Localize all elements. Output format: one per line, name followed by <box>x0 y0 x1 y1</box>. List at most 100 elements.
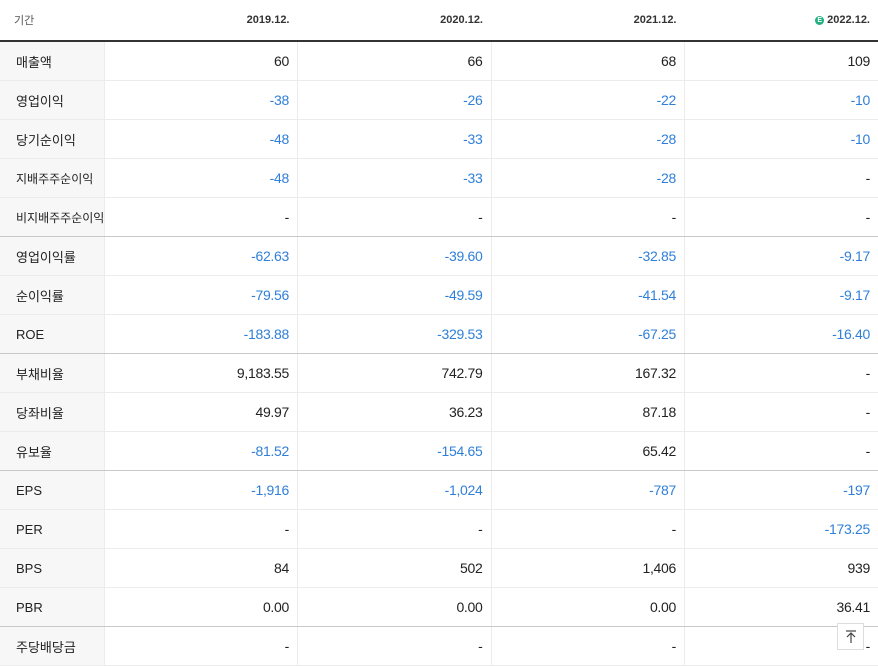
value-cell: -197 <box>685 471 878 510</box>
value-cell: -1,916 <box>104 471 298 510</box>
value-cell: -22 <box>491 81 685 120</box>
table-row: 당좌비율49.9736.2387.18- <box>0 393 878 432</box>
table-body: 매출액606668109영업이익-38-26-22-10당기순이익-48-33-… <box>0 41 878 666</box>
row-label: 주당배당금 <box>0 627 104 666</box>
row-label: 비지배주주순이익 <box>0 198 104 237</box>
row-label: 유보율 <box>0 432 104 471</box>
value-cell: - <box>104 510 298 549</box>
value-cell: - <box>104 627 298 666</box>
period-2019: 2019.12. <box>104 0 298 41</box>
value-cell: - <box>685 432 878 471</box>
value-cell: - <box>298 510 492 549</box>
period-2022: E2022.12. <box>685 0 878 41</box>
value-cell: - <box>685 354 878 393</box>
value-cell: -33 <box>298 120 492 159</box>
value-cell: - <box>104 198 298 237</box>
table-row: BPS845021,406939 <box>0 549 878 588</box>
value-cell: -49.59 <box>298 276 492 315</box>
value-cell: -9.17 <box>685 276 878 315</box>
value-cell: -787 <box>491 471 685 510</box>
value-cell: -329.53 <box>298 315 492 354</box>
value-cell: 65.42 <box>491 432 685 471</box>
value-cell: -48 <box>104 120 298 159</box>
row-label: PBR <box>0 588 104 627</box>
value-cell: 0.00 <box>104 588 298 627</box>
value-cell: - <box>298 198 492 237</box>
value-cell: -9.17 <box>685 237 878 276</box>
table-row: PER----173.25 <box>0 510 878 549</box>
value-cell: -183.88 <box>104 315 298 354</box>
value-cell: 66 <box>298 41 492 81</box>
table-row: 당기순이익-48-33-28-10 <box>0 120 878 159</box>
row-label: PER <box>0 510 104 549</box>
table-row: 부채비율9,183.55742.79167.32- <box>0 354 878 393</box>
row-label: 영업이익률 <box>0 237 104 276</box>
value-cell: -28 <box>491 159 685 198</box>
value-cell: 742.79 <box>298 354 492 393</box>
financial-summary-table: 기간 2019.12. 2020.12. 2021.12. E2022.12. … <box>0 0 878 666</box>
row-label: 매출액 <box>0 41 104 81</box>
row-label: 당좌비율 <box>0 393 104 432</box>
row-label: EPS <box>0 471 104 510</box>
value-cell: - <box>685 198 878 237</box>
row-label: 순이익률 <box>0 276 104 315</box>
table-row: EPS-1,916-1,024-787-197 <box>0 471 878 510</box>
period-header-label: 기간 <box>0 0 104 41</box>
value-cell: -33 <box>298 159 492 198</box>
row-label: BPS <box>0 549 104 588</box>
table-row: PBR0.000.000.0036.41 <box>0 588 878 627</box>
value-cell: -62.63 <box>104 237 298 276</box>
table-row: 영업이익-38-26-22-10 <box>0 81 878 120</box>
row-label: 지배주주순이익 <box>0 159 104 198</box>
row-label: 당기순이익 <box>0 120 104 159</box>
value-cell: -16.40 <box>685 315 878 354</box>
value-cell: -79.56 <box>104 276 298 315</box>
value-cell: -67.25 <box>491 315 685 354</box>
period-2021: 2021.12. <box>491 0 685 41</box>
value-cell: 36.23 <box>298 393 492 432</box>
value-cell: -41.54 <box>491 276 685 315</box>
period-2020: 2020.12. <box>298 0 492 41</box>
scroll-to-top-button[interactable] <box>837 623 864 650</box>
value-cell: 36.41 <box>685 588 878 627</box>
value-cell: -48 <box>104 159 298 198</box>
value-cell: 49.97 <box>104 393 298 432</box>
value-cell: 109 <box>685 41 878 81</box>
value-cell: -32.85 <box>491 237 685 276</box>
value-cell: -81.52 <box>104 432 298 471</box>
value-cell: -10 <box>685 120 878 159</box>
value-cell: -38 <box>104 81 298 120</box>
estimate-badge-icon: E <box>815 16 824 25</box>
table-row: 비지배주주순이익---- <box>0 198 878 237</box>
value-cell: 1,406 <box>491 549 685 588</box>
value-cell: - <box>491 627 685 666</box>
value-cell: 502 <box>298 549 492 588</box>
value-cell: 60 <box>104 41 298 81</box>
table-row: ROE-183.88-329.53-67.25-16.40 <box>0 315 878 354</box>
value-cell: 9,183.55 <box>104 354 298 393</box>
table-row: 주당배당금---- <box>0 627 878 666</box>
table-row: 지배주주순이익-48-33-28- <box>0 159 878 198</box>
value-cell: -1,024 <box>298 471 492 510</box>
value-cell: 68 <box>491 41 685 81</box>
table-row: 영업이익률-62.63-39.60-32.85-9.17 <box>0 237 878 276</box>
table-header: 기간 2019.12. 2020.12. 2021.12. E2022.12. <box>0 0 878 41</box>
value-cell: - <box>491 510 685 549</box>
value-cell: -173.25 <box>685 510 878 549</box>
value-cell: - <box>298 627 492 666</box>
value-cell: 87.18 <box>491 393 685 432</box>
value-cell: 0.00 <box>491 588 685 627</box>
value-cell: -39.60 <box>298 237 492 276</box>
value-cell: - <box>685 159 878 198</box>
value-cell: -28 <box>491 120 685 159</box>
row-label: 영업이익 <box>0 81 104 120</box>
table-row: 유보율-81.52-154.6565.42- <box>0 432 878 471</box>
row-label: 부채비율 <box>0 354 104 393</box>
value-cell: 84 <box>104 549 298 588</box>
value-cell: - <box>685 393 878 432</box>
value-cell: 0.00 <box>298 588 492 627</box>
value-cell: 167.32 <box>491 354 685 393</box>
value-cell: -26 <box>298 81 492 120</box>
value-cell: 939 <box>685 549 878 588</box>
arrow-up-icon <box>845 630 857 644</box>
